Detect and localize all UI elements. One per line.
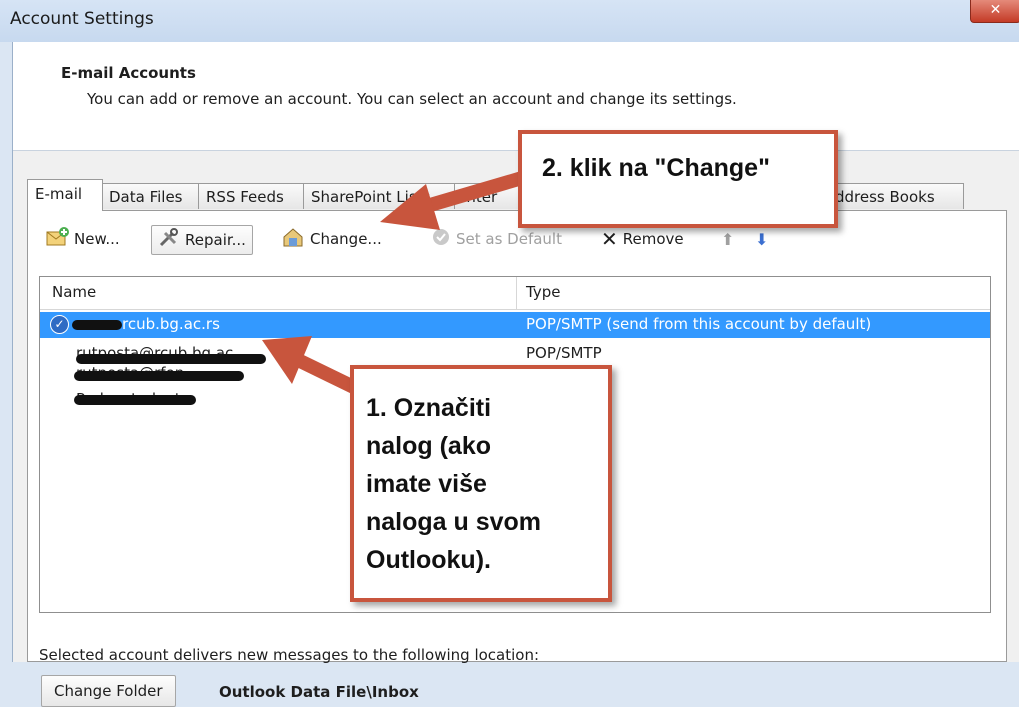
section-description: You can add or remove an account. You ca…: [87, 90, 737, 108]
callout-step-2-text: 2. klik na "Change": [542, 154, 770, 182]
repair-tools-icon: [158, 228, 180, 252]
redaction-scribble: [74, 395, 196, 405]
delivery-folder-path: Outlook Data File\Inbox: [219, 683, 419, 701]
tab-email[interactable]: E-mail: [27, 179, 103, 211]
tab-label: Inter: [462, 188, 498, 206]
tab-data-files[interactable]: Data Files: [101, 183, 199, 209]
arrow-down-icon: ⬇: [755, 229, 769, 249]
change-label: Change...: [310, 230, 382, 248]
delivery-location-label: Selected account delivers new messages t…: [39, 646, 540, 664]
column-divider[interactable]: [516, 277, 517, 309]
list-header: Name Type: [40, 277, 990, 310]
close-icon: ✕: [989, 2, 1002, 18]
default-account-check-icon: ✓: [50, 315, 69, 334]
section-title: E-mail Accounts: [61, 64, 196, 82]
tab-label: SharePoint Lists: [311, 188, 431, 206]
column-header-name[interactable]: Name: [52, 283, 96, 301]
change-folder-button[interactable]: Change Folder: [41, 675, 176, 707]
callout-step-1-line: Outlooku).: [366, 546, 491, 574]
callout-step-1-line: imate više: [366, 470, 487, 498]
callout-step-1: 1. Označiti nalog (ako imate više naloga…: [350, 365, 612, 602]
callout-step-1-line: nalog (ako: [366, 432, 492, 460]
tab-rss-feeds[interactable]: RSS Feeds: [198, 183, 304, 209]
title-bar: Account Settings ✕: [0, 0, 1019, 42]
set-as-default-button[interactable]: Set as Default: [431, 224, 562, 254]
redaction-scribble: [72, 320, 122, 330]
tab-address-books[interactable]: ddress Books: [827, 183, 964, 209]
remove-x-icon: ✕: [601, 227, 618, 251]
callout-step-1-line: naloga u svom: [366, 508, 542, 536]
close-button[interactable]: ✕: [970, 0, 1019, 23]
move-down-button[interactable]: ⬇: [755, 224, 768, 254]
account-type: POP/SMTP: [526, 344, 602, 362]
new-button[interactable]: New...: [45, 224, 120, 254]
tab-label: RSS Feeds: [206, 188, 284, 206]
arrow-up-icon: ⬆: [721, 229, 735, 249]
column-header-type[interactable]: Type: [526, 283, 560, 301]
change-button[interactable]: Change...: [281, 224, 382, 254]
callout-step-2: 2. klik na "Change": [518, 130, 838, 228]
remove-label: Remove: [622, 230, 684, 248]
change-account-icon: [281, 226, 305, 252]
window-title: Account Settings: [10, 9, 154, 29]
new-account-icon: [45, 226, 69, 252]
callout-step-1-line: 1. Označiti: [366, 394, 492, 422]
tab-label: ddress Books: [835, 188, 935, 206]
set-default-check-icon: [431, 227, 451, 251]
new-label: New...: [74, 230, 120, 248]
header-area: E-mail Accounts You can add or remove an…: [13, 42, 1019, 151]
account-name: rcub.bg.ac.rs: [122, 315, 220, 333]
redaction-scribble: [74, 371, 244, 381]
repair-label: Repair...: [185, 231, 246, 249]
remove-button[interactable]: ✕ Remove: [601, 224, 684, 254]
move-up-button[interactable]: ⬆: [721, 224, 734, 254]
tab-label: Data Files: [109, 188, 183, 206]
tab-label: E-mail: [35, 185, 83, 203]
account-row[interactable]: ✓ rcub.bg.ac.rs POP/SMTP (send from this…: [40, 312, 990, 338]
repair-button[interactable]: Repair...: [151, 225, 253, 255]
set-default-label: Set as Default: [456, 230, 562, 248]
account-type: POP/SMTP (send from this account by defa…: [526, 315, 872, 333]
tab-sharepoint-lists[interactable]: SharePoint Lists: [303, 183, 455, 209]
